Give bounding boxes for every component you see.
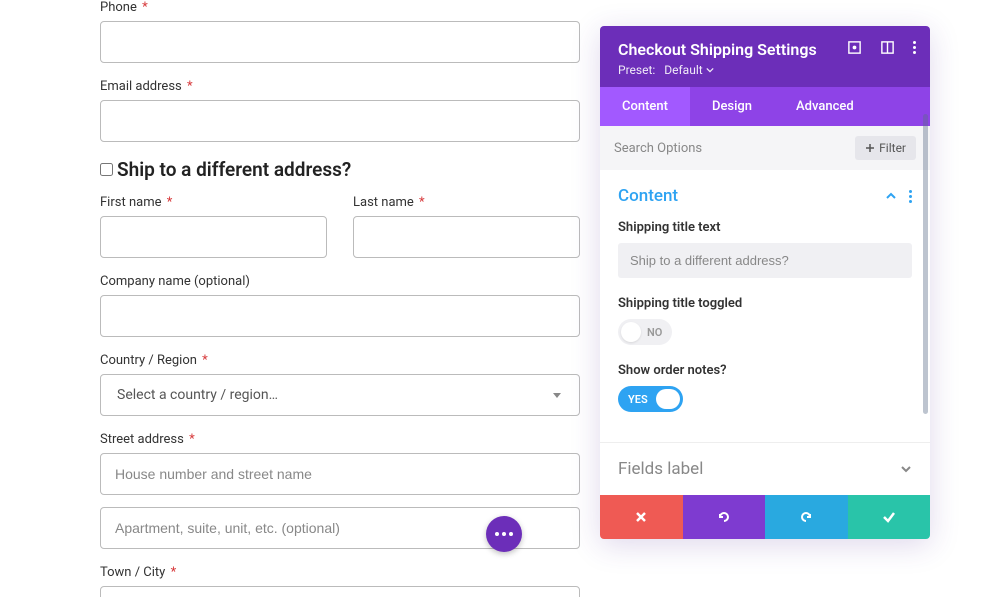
country-label: Country / Region * xyxy=(100,353,580,368)
phone-label: Phone * xyxy=(100,0,580,15)
first-name-input[interactable] xyxy=(100,216,327,258)
city-input[interactable] xyxy=(100,586,580,597)
shipping-title-toggled-label: Shipping title toggled xyxy=(618,296,912,311)
company-label: Company name (optional) xyxy=(100,274,580,289)
search-options-input[interactable]: Search Options xyxy=(614,141,702,156)
scrollbar[interactable] xyxy=(923,114,928,414)
first-name-label: First name * xyxy=(100,195,327,210)
last-name-label: Last name * xyxy=(353,195,580,210)
country-select[interactable]: Select a country / region… xyxy=(100,374,580,416)
panel-preset[interactable]: Preset: Default xyxy=(618,63,914,77)
tab-content[interactable]: Content xyxy=(600,87,690,126)
chevron-down-icon xyxy=(900,463,912,475)
snap-icon[interactable] xyxy=(847,40,862,55)
shipping-title-text-label: Shipping title text xyxy=(618,220,912,235)
tab-design[interactable]: Design xyxy=(690,87,774,126)
section-fields-label[interactable]: Fields label xyxy=(600,443,930,495)
company-input[interactable] xyxy=(100,295,580,337)
last-name-input[interactable] xyxy=(353,216,580,258)
email-input[interactable] xyxy=(100,100,580,142)
kebab-menu-icon[interactable] xyxy=(913,41,916,54)
ship-diff-checkbox[interactable] xyxy=(100,163,113,176)
redo-button[interactable] xyxy=(765,495,848,539)
show-order-notes-label: Show order notes? xyxy=(618,363,912,378)
settings-panel: Checkout Shipping Settings Preset: Defau… xyxy=(600,26,930,539)
module-options-fab[interactable] xyxy=(486,516,522,552)
section-content-title[interactable]: Content xyxy=(618,186,678,206)
phone-input[interactable] xyxy=(100,21,580,63)
save-button[interactable] xyxy=(848,495,931,539)
ship-diff-heading: Ship to a different address? xyxy=(117,158,351,181)
street-input-1[interactable] xyxy=(100,453,580,495)
tab-advanced[interactable]: Advanced xyxy=(774,87,876,126)
filter-button[interactable]: Filter xyxy=(855,136,916,160)
cancel-button[interactable] xyxy=(600,495,683,539)
section-menu-icon[interactable] xyxy=(909,190,912,203)
shipping-title-text-input[interactable] xyxy=(618,243,912,278)
city-label: Town / City * xyxy=(100,565,580,580)
show-order-notes-switch[interactable]: YES xyxy=(618,386,683,412)
responsive-icon[interactable] xyxy=(880,40,895,55)
street-label: Street address * xyxy=(100,432,580,447)
chevron-up-icon[interactable] xyxy=(885,190,897,202)
shipping-title-toggled-switch[interactable]: NO xyxy=(618,319,672,345)
undo-button[interactable] xyxy=(683,495,766,539)
email-label: Email address * xyxy=(100,79,580,94)
